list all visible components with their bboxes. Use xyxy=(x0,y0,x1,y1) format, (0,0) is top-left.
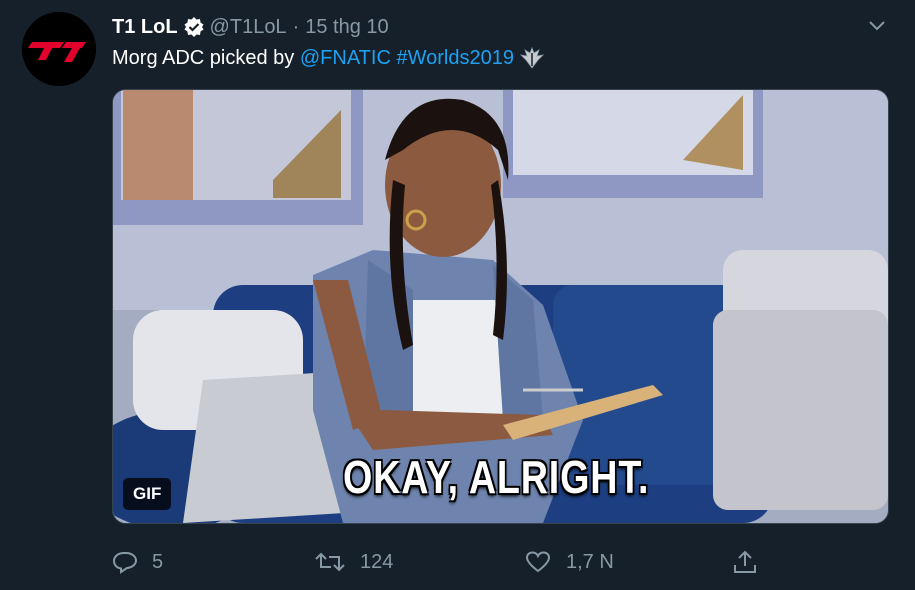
tweet-text-plain: Morg ADC picked by xyxy=(112,46,300,69)
retweet-button[interactable]: 124 xyxy=(314,546,393,578)
retweet-icon xyxy=(315,552,345,572)
reply-icon xyxy=(112,552,138,574)
display-name[interactable]: T1 LoL xyxy=(112,16,178,39)
tweet-card[interactable]: T1 LoL @T1LoL · 15 thg 10 Morg ADC picke… xyxy=(0,0,915,590)
separator-dot: · xyxy=(292,15,300,38)
verified-badge-icon xyxy=(183,16,205,38)
t1-logo xyxy=(22,12,96,86)
hashtag-link[interactable]: #Worlds2019 xyxy=(396,47,513,70)
reply-button[interactable]: 5 xyxy=(112,546,163,578)
tweet-text: Morg ADC picked by @FNATIC #Worlds2019 xyxy=(112,46,546,70)
reply-count: 5 xyxy=(152,550,164,573)
like-button[interactable]: 1,7 N xyxy=(524,546,614,578)
timestamp[interactable]: 15 thg 10 xyxy=(305,16,388,39)
heart-icon xyxy=(525,551,551,573)
tweet-header: T1 LoL @T1LoL · 15 thg 10 xyxy=(112,14,389,40)
action-bar: 5 124 1,7 N xyxy=(112,546,772,578)
share-button[interactable] xyxy=(732,546,772,578)
avatar[interactable] xyxy=(22,12,96,86)
worlds-trophy-icon xyxy=(518,46,546,70)
gif-badge: GIF xyxy=(123,478,172,510)
gif-media[interactable]: OKAY, ALRIGHT. GIF xyxy=(112,89,889,524)
retweet-count: 124 xyxy=(360,550,394,573)
like-count: 1,7 N xyxy=(566,550,614,573)
chevron-down-icon[interactable] xyxy=(867,18,887,32)
mention-link[interactable]: @FNATIC xyxy=(300,47,391,70)
share-icon xyxy=(734,550,756,573)
gif-caption: OKAY, ALRIGHT. xyxy=(343,451,650,503)
handle[interactable]: @T1LoL xyxy=(210,16,287,39)
